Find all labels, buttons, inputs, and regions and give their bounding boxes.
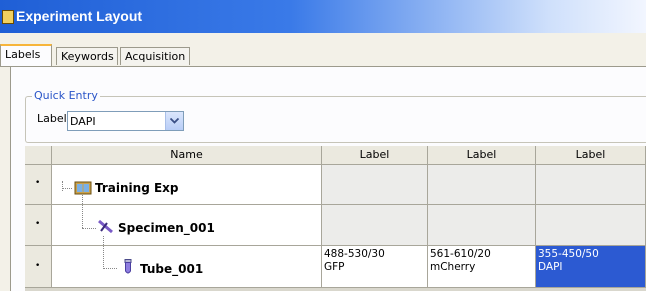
book-icon [74,181,92,198]
window-title: Experiment Layout [16,8,143,24]
row-marker: • [35,219,41,229]
tree-line [82,195,83,228]
corner-header [25,146,52,165]
tree-line [62,188,72,189]
tree-line [82,228,96,229]
label-cell-text: 355-450/50 DAPI [538,248,599,273]
tree-line [62,181,63,191]
tree-cell-training-exp[interactable] [52,165,322,205]
label-cell-text: 561-610/20 mCherry [430,248,491,273]
tube-icon [124,259,132,278]
column-header-name[interactable]: Name [52,146,322,165]
column-header-label-1[interactable]: Label [322,146,428,165]
tree-line [103,268,117,269]
label-cell-dapi-selected[interactable]: 355-450/50 DAPI [536,246,646,288]
label-cell[interactable] [428,165,536,205]
label-caption: Label [37,112,67,125]
label-cell[interactable] [322,165,428,205]
tab-acquisition[interactable]: Acquisition [120,47,190,65]
tree-item-tube[interactable]: Tube_001 [140,262,203,276]
label-dropdown[interactable]: DAPI [67,111,184,131]
chevron-down-icon[interactable] [165,112,183,130]
app-icon [2,10,14,24]
tree-item-specimen[interactable]: Specimen_001 [118,221,215,235]
label-cell[interactable] [322,205,428,246]
tab-labels[interactable]: Labels [0,44,52,66]
column-header-label-2[interactable]: Label [428,146,536,165]
label-cell[interactable] [428,205,536,246]
row-header[interactable]: • [25,205,52,246]
specimen-icon [97,219,115,238]
label-cell[interactable] [536,205,646,246]
label-dropdown-value: DAPI [70,115,96,128]
title-bar: Experiment Layout [0,0,646,33]
row-marker: • [35,178,41,188]
labels-grid: Name Label Label Label • • • 488-530/30 … [25,146,646,291]
column-header-label-3[interactable]: Label [536,146,646,165]
quick-entry-title: Quick Entry [32,89,100,102]
label-cell-gfp[interactable]: 488-530/30 GFP [322,246,428,288]
row-header[interactable]: • [25,246,52,288]
tab-keywords[interactable]: Keywords [56,47,118,65]
label-cell-text: 488-530/30 GFP [324,248,385,273]
row-marker: • [35,261,41,271]
label-cell-mcherry[interactable]: 561-610/20 mCherry [428,246,536,288]
tree-line [103,236,104,269]
row-header[interactable]: • [25,165,52,205]
tree-item-training-exp[interactable]: Training Exp [95,181,179,195]
label-cell[interactable] [536,165,646,205]
